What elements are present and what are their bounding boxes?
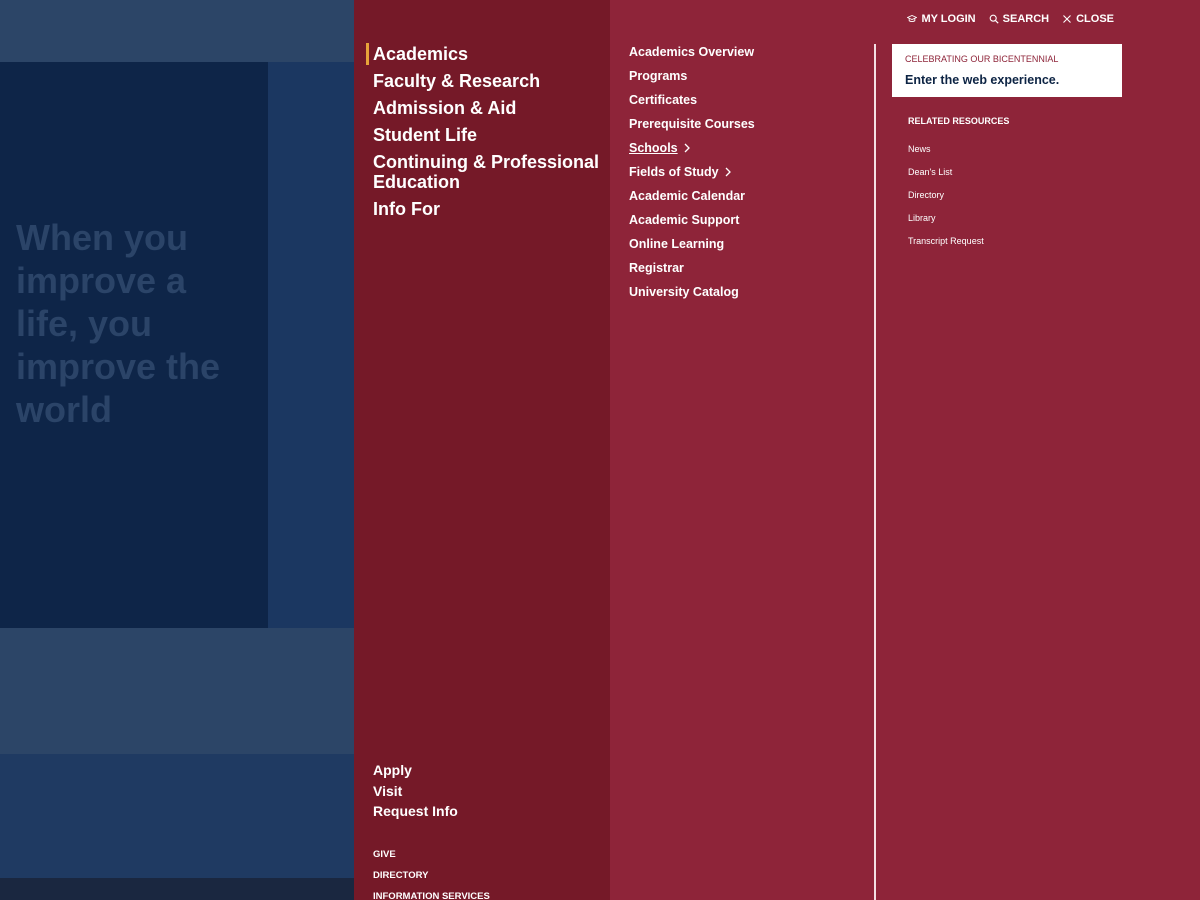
sub-nav-university-catalog[interactable]: University Catalog [629,280,869,304]
related-transcript-request-link[interactable]: Transcript Request [908,230,1128,253]
background-header [0,0,354,62]
background-hero-photo [268,62,354,628]
sub-nav-label: Online Learning [629,237,725,251]
related-resources: RELATED RESOURCES News Dean's List Direc… [908,115,1128,253]
sub-nav-label: Registrar [629,261,684,275]
sub-nav-programs[interactable]: Programs [629,64,869,88]
sub-nav-schools[interactable]: Schools [629,136,869,160]
primary-nav: Academics Faculty & Research Admission &… [366,43,603,225]
sub-nav-prerequisite-courses[interactable]: Prerequisite Courses [629,112,869,136]
primary-nav-info-for[interactable]: Info For [373,198,603,225]
my-login-label: MY LOGIN [921,13,976,25]
primary-nav-continuing-education[interactable]: Continuing & Professional Education [373,151,603,198]
search-button[interactable]: SEARCH [989,13,1049,25]
directory-link[interactable]: DIRECTORY [373,865,490,886]
information-services-link[interactable]: INFORMATION SERVICES [373,886,490,900]
secondary-nav: Academics Overview Programs Certificates… [629,40,869,304]
sub-nav-academics-overview[interactable]: Academics Overview [629,40,869,64]
chevron-right-icon [683,143,691,153]
background-band [0,628,354,754]
sub-nav-certificates[interactable]: Certificates [629,88,869,112]
utility-nav: MY LOGIN SEARCH CLOSE [907,13,1114,25]
related-library-link[interactable]: Library [908,207,1128,230]
primary-nav-admission-aid[interactable]: Admission & Aid [373,97,603,124]
related-resources-heading: RELATED RESOURCES [908,116,1010,126]
sub-nav-label: Fields of Study [629,165,719,179]
graduation-cap-icon [907,14,918,24]
sub-nav-academic-support[interactable]: Academic Support [629,208,869,232]
primary-nav-student-life[interactable]: Student Life [373,124,603,151]
close-label: CLOSE [1076,13,1114,25]
sub-nav-label: Academics Overview [629,45,755,59]
related-deans-list-link[interactable]: Dean's List [908,161,1128,184]
sub-nav-fields-of-study[interactable]: Fields of Study [629,160,869,184]
apply-link[interactable]: Apply [373,760,458,781]
utility-links: GIVE DIRECTORY INFORMATION SERVICES [373,844,490,900]
related-resources-list: News Dean's List Directory Library Trans… [908,138,1128,253]
sub-nav-label: Prerequisite Courses [629,117,755,131]
related-news-link[interactable]: News [908,138,1128,161]
sub-nav-academic-calendar[interactable]: Academic Calendar [629,184,869,208]
search-icon [989,14,999,24]
background-footer [0,878,354,900]
sub-nav-label: Academic Support [629,213,740,227]
close-button[interactable]: CLOSE [1062,13,1114,25]
request-info-link[interactable]: Request Info [373,801,458,822]
close-icon [1062,14,1072,24]
promo-eyebrow: CELEBRATING OUR BICENTENNIAL [905,54,1059,64]
search-label: SEARCH [1002,13,1050,25]
related-directory-link[interactable]: Directory [908,184,1128,207]
chevron-right-icon [724,167,732,177]
background-page: When you improve a life, you improve the… [0,0,354,900]
column-divider [874,44,876,900]
hero-headline: When you improve a life, you improve the… [16,217,221,430]
action-links: Apply Visit Request Info [373,760,458,822]
primary-nav-academics[interactable]: Academics [366,43,603,70]
give-link[interactable]: GIVE [373,844,490,865]
sub-nav-registrar[interactable]: Registrar [629,256,869,280]
sub-nav-label: Programs [629,69,688,83]
promo-title: Enter the web experience. [905,73,1060,87]
bicentennial-promo-card[interactable]: CELEBRATING OUR BICENTENNIAL Enter the w… [892,44,1122,97]
sub-nav-label: University Catalog [629,285,739,299]
background-photo [0,754,354,878]
my-login-button[interactable]: MY LOGIN [907,13,976,25]
primary-nav-faculty-research[interactable]: Faculty & Research [373,70,603,97]
sub-nav-label: Schools [629,141,678,155]
sub-nav-label: Academic Calendar [629,189,746,203]
sub-nav-label: Certificates [629,93,698,107]
sub-nav-online-learning[interactable]: Online Learning [629,232,869,256]
visit-link[interactable]: Visit [373,781,458,802]
